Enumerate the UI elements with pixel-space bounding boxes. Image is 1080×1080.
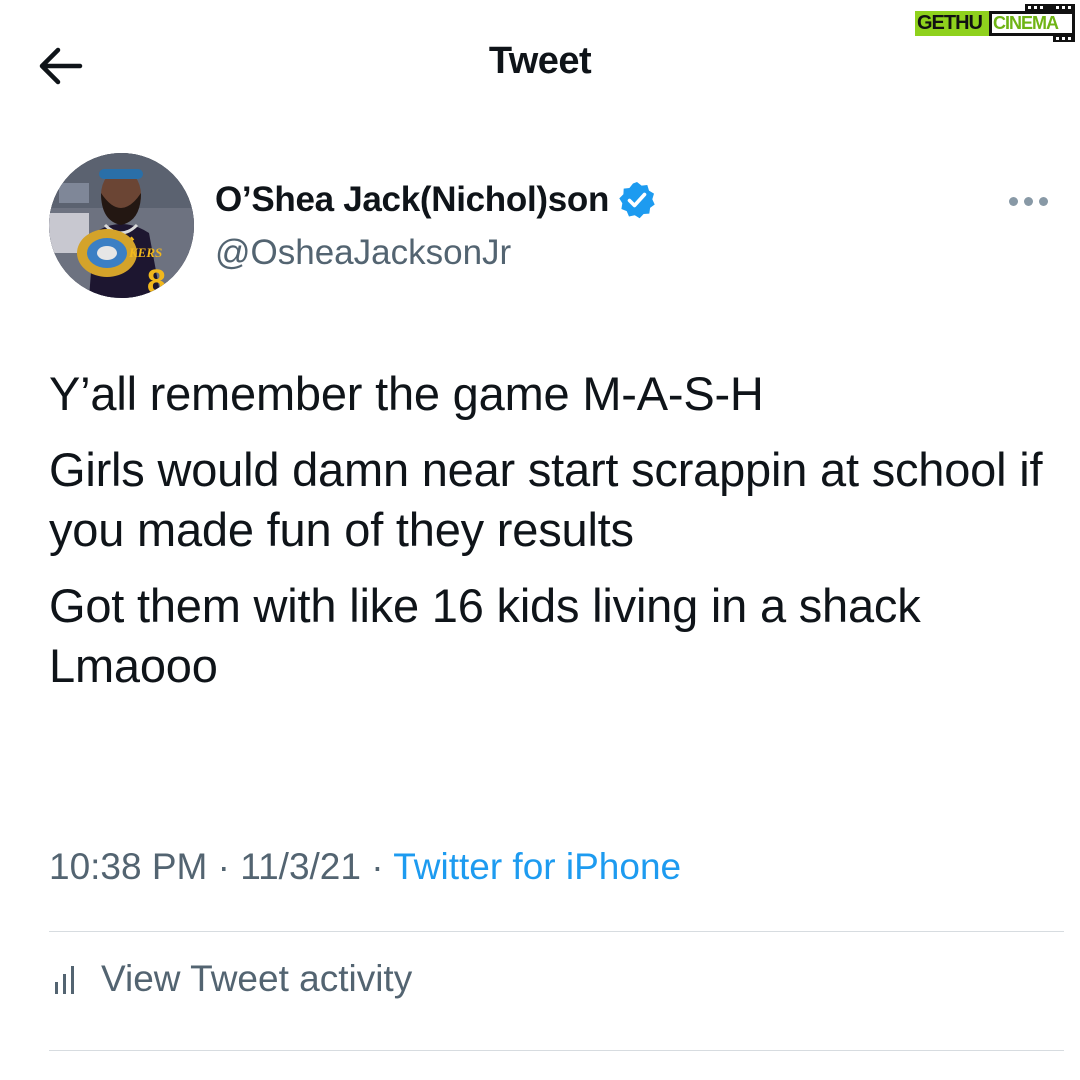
divider (49, 1050, 1064, 1051)
more-dot-icon (1023, 196, 1033, 206)
view-tweet-activity-button[interactable]: View Tweet activity (49, 958, 412, 1000)
more-dot-icon (1038, 196, 1048, 206)
tweet-time: 10:38 PM (49, 846, 208, 887)
tweet-text: Y’all remember the game M-A-S-H Girls wo… (49, 364, 1059, 712)
bar-chart-icon (55, 966, 74, 994)
activity-label: View Tweet activity (101, 958, 413, 999)
author-name[interactable]: O’Shea Jack(Nichol)son (215, 180, 609, 220)
watermark-text-cinema: CINEMA (993, 14, 1059, 33)
divider (49, 931, 1064, 932)
tweet-paragraph: Y’all remember the game M-A-S-H (49, 367, 764, 420)
tweet-paragraph: Got them with like 16 kids living in a s… (49, 579, 921, 692)
author-name-row[interactable]: O’Shea Jack(Nichol)son (215, 180, 657, 220)
page-title: Tweet (488, 40, 592, 82)
author-handle[interactable]: @OsheaJacksonJr (215, 233, 511, 273)
tweet-date: 11/3/21 (240, 846, 361, 887)
svg-text:8: 8 (147, 263, 166, 298)
tweet-source-link[interactable]: Twitter for iPhone (393, 846, 681, 887)
tweet-meta: 10:38 PM · 11/3/21 · Twitter for iPhone (49, 846, 681, 888)
more-dot-icon (1008, 196, 1018, 206)
meta-separator: · (360, 846, 394, 887)
watermark-text-gethu: GETHU (917, 12, 983, 34)
tweet-paragraph: Girls would damn near start scrappin at … (49, 443, 1043, 556)
avatar-image: KERS 8 (49, 153, 194, 298)
meta-separator: · (207, 846, 241, 887)
avatar[interactable]: KERS 8 (49, 153, 194, 298)
tweet-page: Tweet GETHU CINEMA KERS 8 O’Shea Jack(Ni… (0, 0, 1080, 1080)
verified-badge-icon (619, 182, 655, 219)
watermark-logo: GETHU CINEMA (913, 2, 1078, 44)
more-options-button[interactable] (998, 184, 1058, 218)
avatar-jersey-text: KERS (128, 245, 162, 260)
